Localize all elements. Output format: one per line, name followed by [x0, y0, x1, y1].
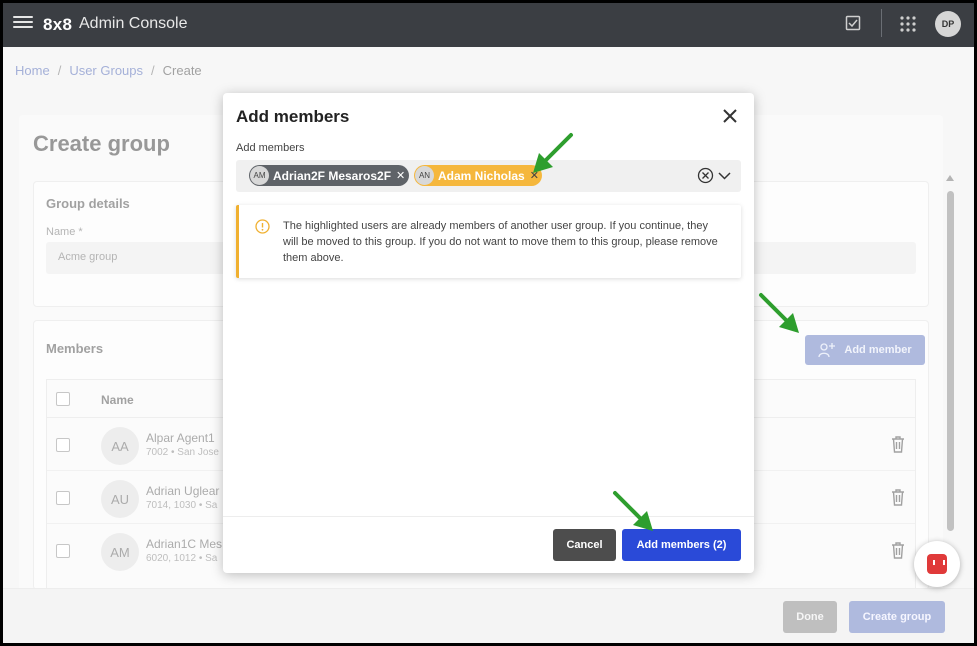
member-chip-highlighted: AN Adam Nicholas ✕ [414, 165, 542, 186]
brand-logo: 8x8 [43, 15, 73, 34]
chip-label: Adrian2F Mesaros2F [273, 168, 392, 183]
app-title: Admin Console [79, 15, 188, 32]
chat-icon [927, 554, 947, 574]
warning-icon [255, 219, 270, 234]
dialog-footer-divider [223, 516, 754, 517]
annotation-arrow-icon [759, 293, 799, 333]
chevron-down-icon[interactable] [717, 168, 732, 183]
add-members-field-label: Add members [236, 142, 305, 154]
members-multiselect[interactable]: AM Adrian2F Mesaros2F ✕ AN Adam Nicholas… [236, 160, 741, 192]
chip-label: Adam Nicholas [438, 168, 525, 183]
member-chip: AM Adrian2F Mesaros2F ✕ [249, 165, 409, 186]
add-members-dialog: Add members Add members AM Adrian2F Mesa… [223, 93, 754, 573]
chip-avatar: AM [250, 166, 269, 185]
annotation-arrow-icon [613, 491, 653, 531]
chip-remove-icon[interactable]: ✕ [396, 169, 405, 182]
checklist-icon[interactable] [845, 15, 861, 31]
chip-avatar: AN [415, 166, 434, 185]
hamburger-menu-icon[interactable] [13, 13, 33, 31]
dialog-title: Add members [236, 107, 350, 126]
topbar-divider [881, 9, 882, 37]
user-avatar[interactable]: DP [935, 11, 961, 37]
warning-text: The highlighted users are already member… [283, 220, 718, 264]
warning-banner: The highlighted users are already member… [236, 205, 741, 278]
clear-all-icon[interactable] [697, 167, 714, 184]
app-window: 8x8 Admin Console DP Home / User Groups / Cr… [3, 3, 974, 643]
top-bar: 8x8 Admin Console DP [3, 3, 974, 47]
annotation-arrow-icon [533, 133, 573, 173]
chat-widget-button[interactable] [914, 541, 960, 587]
close-icon[interactable] [721, 107, 739, 125]
app-grid-icon[interactable] [899, 15, 917, 33]
cancel-button[interactable]: Cancel [553, 529, 616, 561]
